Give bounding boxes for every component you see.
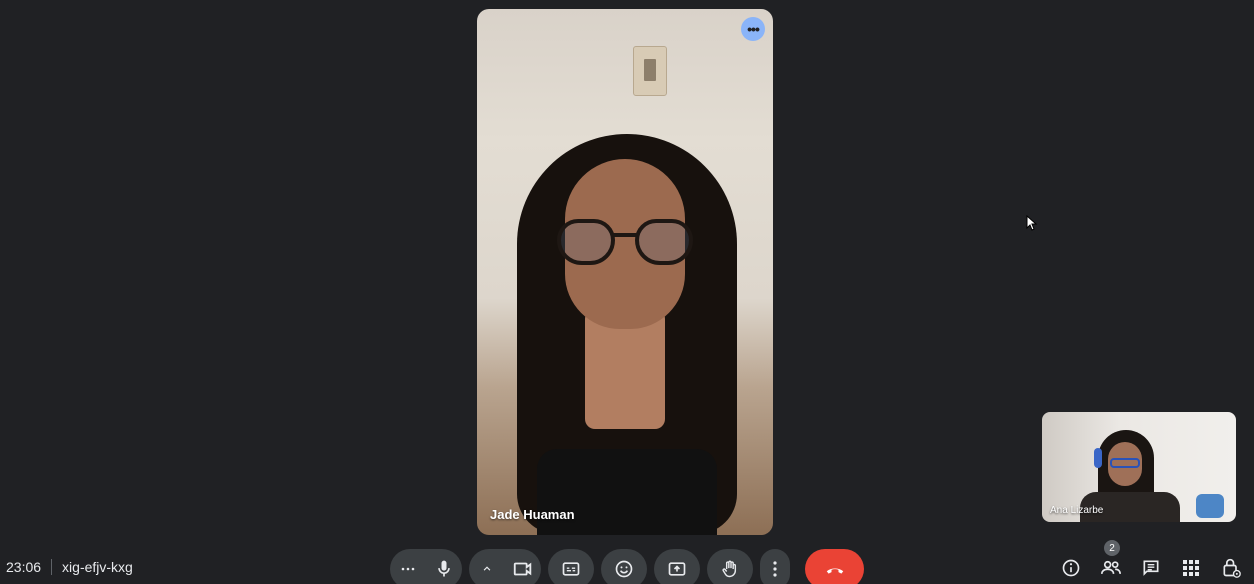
meeting-details-button[interactable] (1060, 556, 1082, 580)
call-end-icon (826, 568, 843, 574)
chevron-up-icon (483, 566, 491, 571)
participant-shirt (537, 449, 717, 535)
people-icon (1101, 560, 1121, 574)
present-pill (654, 549, 700, 584)
microphone-button[interactable] (426, 549, 462, 584)
videocam-icon (513, 562, 532, 576)
captions-button[interactable] (548, 549, 594, 584)
reactions-pill (601, 549, 647, 584)
more-horiz-icon: ••• (747, 21, 760, 37)
call-controls (390, 549, 864, 584)
wall-light-switch (633, 46, 667, 96)
info-icon (1062, 559, 1080, 577)
participant-glasses (557, 219, 693, 273)
participants-count-badge: 2 (1104, 540, 1120, 556)
more-options-button[interactable] (760, 549, 790, 584)
meeting-code: xig-efjv-kxg (62, 559, 133, 575)
self-name-label: Ana Lizarbe (1050, 505, 1104, 516)
mic-control-group (390, 549, 462, 584)
raise-hand-button[interactable] (707, 549, 753, 584)
more-options-pill (760, 549, 790, 584)
activities-icon (1183, 560, 1199, 576)
chat-icon (1143, 560, 1159, 576)
closed-captions-icon (562, 562, 580, 576)
meeting-info: 23:06 xig-efjv-kxg (6, 559, 133, 575)
camera-button[interactable] (505, 549, 541, 584)
raise-hand-pill (707, 549, 753, 584)
self-view-tile[interactable]: Ana Lizarbe (1042, 412, 1236, 522)
participant-name-label: Jade Huaman (490, 507, 575, 522)
mic-icon (438, 560, 450, 577)
audio-settings-button[interactable] (390, 549, 426, 584)
emoji-icon (615, 560, 633, 578)
people-button[interactable]: 2 (1100, 540, 1122, 580)
chat-button[interactable] (1140, 556, 1162, 580)
leave-call-button[interactable] (805, 549, 864, 584)
camera-control-group (469, 549, 541, 584)
captions-pill (548, 549, 594, 584)
present-now-button[interactable] (654, 549, 700, 584)
main-participant-tile[interactable]: ••• Jade Huaman (477, 9, 773, 535)
present-screen-icon (668, 562, 686, 576)
side-panel-controls: 2 (1060, 540, 1242, 580)
tile-more-options-button[interactable]: ••• (741, 17, 765, 41)
meeting-time: 23:06 (6, 559, 42, 575)
raise-hand-icon (722, 560, 737, 578)
more-horiz-icon (401, 567, 415, 571)
reactions-button[interactable] (601, 549, 647, 584)
video-settings-button[interactable] (469, 549, 505, 584)
divider (51, 559, 53, 575)
mouse-cursor-icon (1026, 215, 1038, 231)
more-vert-icon (773, 561, 777, 577)
host-controls-button[interactable] (1220, 556, 1242, 580)
host-controls-icon (1223, 558, 1241, 578)
activities-button[interactable] (1180, 556, 1202, 580)
